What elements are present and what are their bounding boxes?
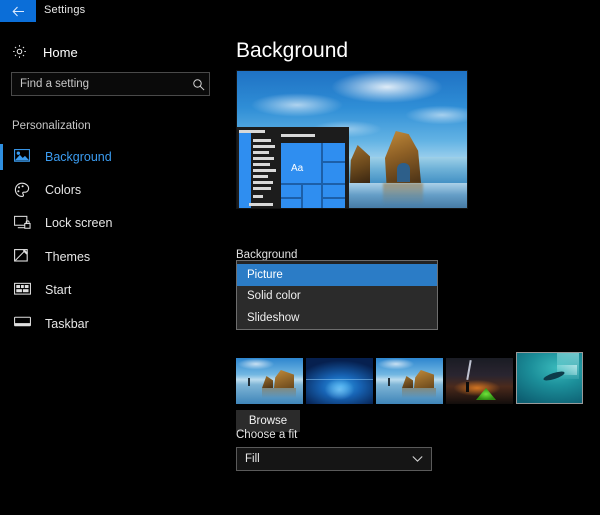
preview-tile-text: Aa [291,163,303,174]
selection-accent-bar [0,278,3,304]
preview-menu-bar [253,151,269,154]
dropdown-option-picture[interactable]: Picture [237,264,437,286]
chevron-down-icon [412,456,423,463]
sidebar-item-home-label: Home [43,45,78,60]
thumbnail-beach-1[interactable] [236,358,303,404]
selection-accent-bar [0,244,3,270]
image-icon [14,148,31,165]
sidebar-item-lock-screen-label: Lock screen [45,216,112,230]
sidebar-item-colors[interactable]: Colors [0,173,228,206]
preview-start-menu: Aa [237,127,349,209]
sidebar-item-lock-screen[interactable]: Lock screen [0,207,228,240]
sidebar-item-taskbar[interactable]: Taskbar [0,307,228,340]
preview-tiles: Aa [281,143,345,209]
sidebar-item-background-label: Background [45,150,112,164]
palette-icon [14,182,31,199]
sidebar-item-home[interactable]: Home [0,38,228,66]
preview-menu-bar [253,181,273,184]
sidebar-item-themes-label: Themes [45,250,90,264]
choose-a-fit-dropdown[interactable]: Fill [236,447,432,471]
search-input[interactable] [12,78,187,90]
preview-menu-bar [253,157,274,160]
preview-menu-bar [253,195,263,198]
preview-rock-arch [397,163,410,182]
thumbnail-windows-blue[interactable] [306,358,373,404]
search-icon[interactable] [187,78,209,91]
window-title: Settings [44,4,85,16]
sidebar-group-label: Personalization [12,120,91,132]
choose-a-fit-value: Fill [245,453,260,465]
preview-menu-bar [253,175,268,178]
start-tiles-icon [14,282,31,299]
gear-icon [12,44,29,61]
preview-menu-bar [253,169,276,172]
preview-reflection [383,183,423,205]
preview-menu-bar [253,139,271,142]
dropdown-option-label: Picture [247,269,283,281]
main-content: Background [228,22,600,515]
preview-menu-bar [253,145,275,148]
sidebar-nav-list: Background Colors [0,140,228,340]
selection-accent-bar [0,211,3,237]
preview-tile-group-header [281,134,315,137]
back-button[interactable] [0,0,36,22]
dropdown-option-slideshow[interactable]: Slideshow [237,307,437,329]
themes-icon [14,248,31,265]
preview-menu-bar [253,163,270,166]
sidebar: Home Personalization [0,22,228,515]
choose-a-fit-label: Choose a fit [236,429,297,441]
thumbnail-underwater[interactable] [516,352,583,404]
background-dropdown-list[interactable]: Picture Solid color Slideshow [236,260,438,330]
taskbar-icon [14,315,31,332]
title-bar: Settings [0,0,600,22]
sidebar-item-taskbar-label: Taskbar [45,317,89,331]
sidebar-item-start-label: Start [45,283,71,297]
wallpaper-preview: Aa [236,70,468,209]
selection-accent-bar [0,311,3,337]
preview-menu-bar [253,187,271,190]
preview-menu-bar [249,203,273,206]
dropdown-option-label: Slideshow [247,312,299,324]
page-title: Background [236,39,348,63]
recent-images-list [236,352,526,404]
dropdown-option-label: Solid color [247,290,301,302]
dropdown-option-solid-color[interactable]: Solid color [237,286,437,308]
thumbnail-storm-tent[interactable] [446,358,513,404]
back-arrow-icon [12,6,25,17]
selection-accent-bar [0,177,3,203]
search-box[interactable] [11,72,210,96]
sidebar-item-background[interactable]: Background [0,140,228,173]
lock-screen-icon [14,215,31,232]
thumbnail-beach-2[interactable] [376,358,443,404]
sidebar-item-themes[interactable]: Themes [0,240,228,273]
preview-start-sidebar [239,133,251,209]
sidebar-item-colors-label: Colors [45,183,81,197]
settings-window: Settings Home [0,0,600,515]
preview-menu-bar [239,130,265,133]
sidebar-item-start[interactable]: Start [0,274,228,307]
selection-accent-bar [0,144,3,170]
